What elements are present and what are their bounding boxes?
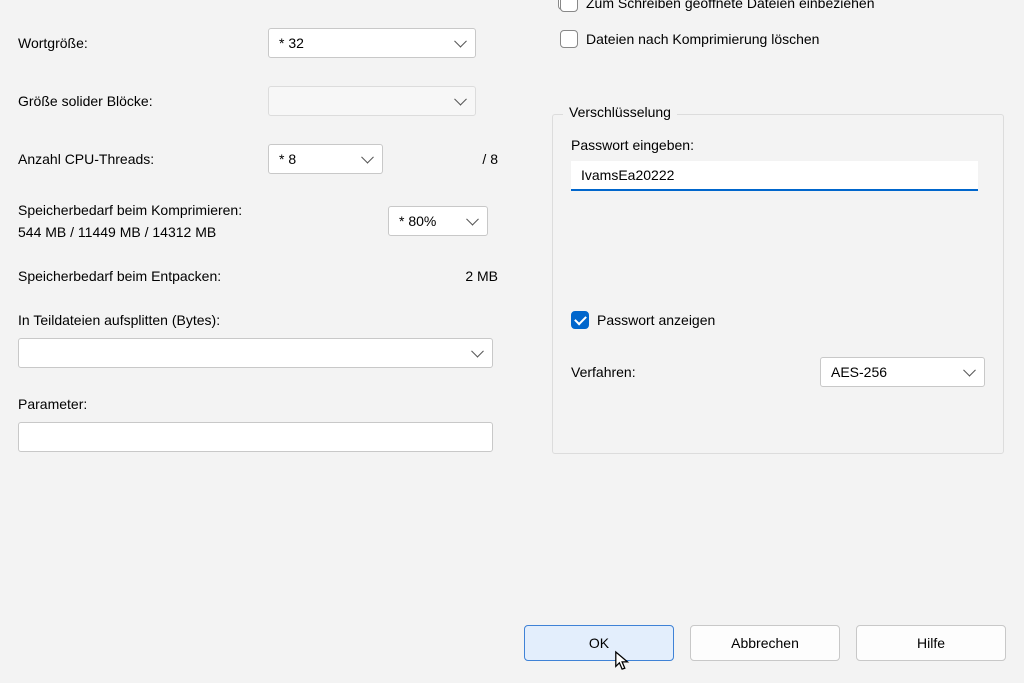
cpu-threads-value: * 8 <box>279 151 296 167</box>
memory-decompress-label: Speicherbedarf beim Entpacken: <box>18 268 388 284</box>
encryption-group: Verschlüsselung Passwort eingeben: Passw… <box>552 114 1004 454</box>
password-label: Passwort eingeben: <box>571 137 985 153</box>
memory-compress-detail: 544 MB / 11449 MB / 14312 MB <box>18 224 388 240</box>
encryption-method-combobox[interactable]: AES-256 <box>820 357 985 387</box>
archive-options-dialog-partial: Wortgröße: * 32 Größe solider Blöcke: An… <box>0 0 1024 683</box>
include-open-files-checkbox-visible[interactable] <box>560 0 578 12</box>
word-size-combobox[interactable]: * 32 <box>268 28 476 58</box>
help-button[interactable]: Hilfe <box>856 625 1006 661</box>
ok-button-label: OK <box>589 635 609 651</box>
solid-block-size-combobox[interactable] <box>268 86 476 116</box>
cpu-threads-total: / 8 <box>482 151 498 167</box>
cpu-threads-label: Anzahl CPU-Threads: <box>18 151 268 167</box>
parameter-input[interactable] <box>18 422 493 452</box>
cancel-button-label: Abbrechen <box>731 635 799 651</box>
password-input[interactable] <box>571 161 978 191</box>
memory-compress-combobox[interactable]: * 80% <box>388 206 488 236</box>
right-column: Zum Schreiben geöffnete Dateien einbezie… <box>558 0 1006 480</box>
memory-decompress-value: 2 MB <box>465 268 498 284</box>
word-size-value: * 32 <box>279 35 304 51</box>
ok-button[interactable]: OK <box>524 625 674 661</box>
encryption-method-label: Verfahren: <box>571 364 636 380</box>
cancel-button[interactable]: Abbrechen <box>690 625 840 661</box>
memory-compress-value: * 80% <box>399 213 436 229</box>
show-password-checkbox[interactable] <box>571 311 589 329</box>
include-open-files-label: Zum Schreiben geöffnete Dateien einbezie… <box>586 0 875 11</box>
word-size-label: Wortgröße: <box>18 35 268 51</box>
split-label: In Teildateien aufsplitten (Bytes): <box>18 312 220 328</box>
delete-after-compress-label: Dateien nach Komprimierung löschen <box>586 31 819 47</box>
help-button-label: Hilfe <box>917 635 945 651</box>
parameter-label: Parameter: <box>18 396 87 412</box>
solid-block-size-label: Größe solider Blöcke: <box>18 93 268 109</box>
left-column: Wortgröße: * 32 Größe solider Blöcke: An… <box>18 0 498 480</box>
dialog-button-bar: OK Abbrechen Hilfe <box>524 625 1006 661</box>
split-volumes-combobox[interactable] <box>18 338 493 368</box>
encryption-method-value: AES-256 <box>831 364 887 380</box>
show-password-label: Passwort anzeigen <box>597 312 715 328</box>
memory-compress-label-block: Speicherbedarf beim Komprimieren: 544 MB… <box>18 202 388 240</box>
delete-after-compress-checkbox[interactable] <box>560 30 578 48</box>
memory-compress-label: Speicherbedarf beim Komprimieren: <box>18 202 388 218</box>
encryption-group-title: Verschlüsselung <box>563 104 677 120</box>
cpu-threads-combobox[interactable]: * 8 <box>268 144 383 174</box>
